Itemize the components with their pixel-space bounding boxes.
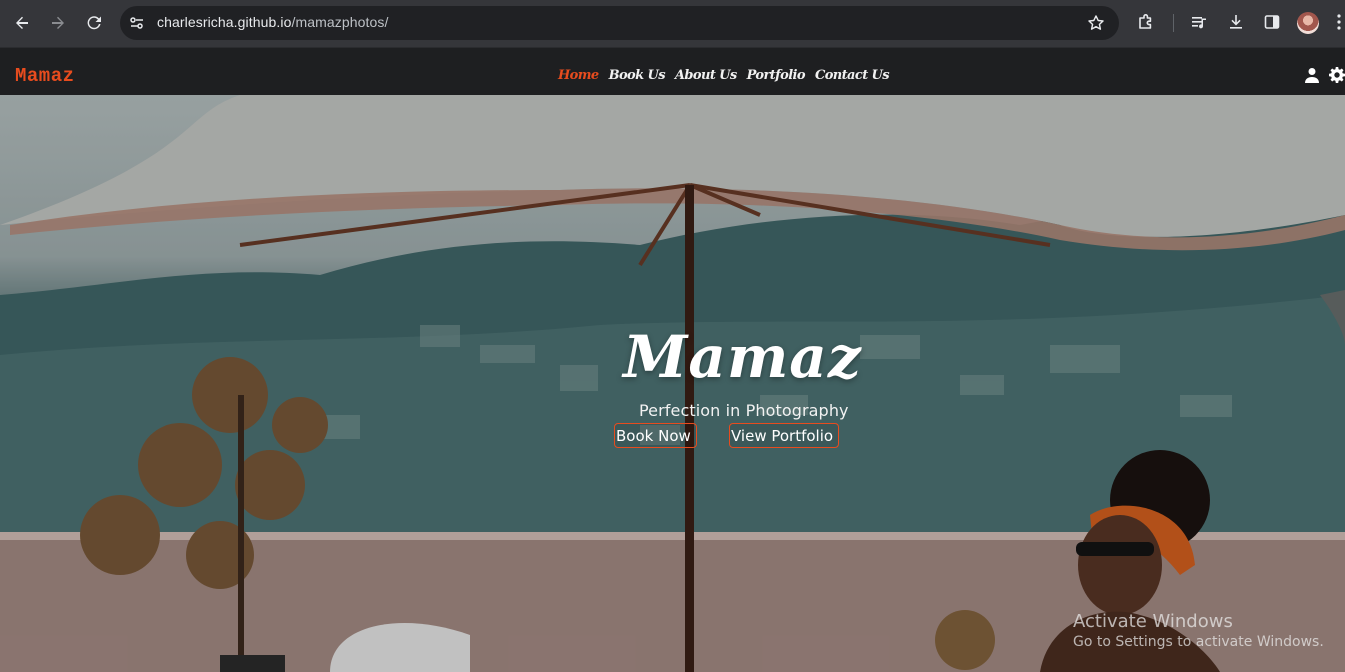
media-button[interactable] [1189,12,1209,32]
extensions-button[interactable] [1136,12,1156,32]
windows-activation-watermark: Activate Windows Go to Settings to activ… [1073,611,1324,650]
nav-link-about-us[interactable]: About Us [675,68,737,83]
url-host: charlesricha.github.io [157,14,292,30]
nav-link-portfolio[interactable]: Portfolio [747,68,806,83]
gear-icon[interactable] [1329,67,1345,83]
side-panel-icon [1264,15,1280,29]
address-bar[interactable]: charlesricha.github.io/mamazphotos/ [120,6,1119,40]
user-icon[interactable] [1304,67,1320,83]
toolbar-separator [1173,14,1174,32]
brand-logo[interactable]: Mamaz [15,65,75,87]
reload-button[interactable] [81,10,107,36]
browser-toolbar: charlesricha.github.io/mamazphotos/ [0,0,1345,47]
back-button[interactable] [9,10,35,36]
hero-section: Mamaz Perfection in Photography Book Now… [0,95,1345,672]
downloads-button[interactable] [1226,12,1246,32]
nav-link-book-us[interactable]: Book Us [609,68,666,83]
nav-link-contact-us[interactable]: Contact Us [815,68,890,83]
kebab-icon [1337,14,1341,30]
star-icon[interactable] [1087,14,1105,32]
url-text: charlesricha.github.io/mamazphotos/ [157,14,389,30]
tune-icon[interactable] [129,15,145,31]
watermark-title: Activate Windows [1073,611,1233,632]
browser-menu-button[interactable] [1333,12,1345,32]
hero-title: Mamaz [623,323,862,391]
reload-icon [87,16,101,30]
main-menu: Home Book Us About Us Portfolio Contact … [558,68,899,83]
download-icon [1230,15,1242,29]
media-queue-icon [1192,17,1206,29]
view-portfolio-button[interactable]: View Portfolio [729,423,839,448]
hero-tagline: Perfection in Photography [639,401,849,420]
url-path: /mamazphotos/ [291,14,389,30]
book-now-button[interactable]: Book Now [614,423,697,448]
arrow-left-icon [16,16,28,29]
site-navbar: Mamaz Home Book Us About Us Portfolio Co… [0,47,1345,95]
profile-avatar[interactable] [1297,12,1319,34]
nav-link-home[interactable]: Home [558,68,599,83]
watermark-subtitle: Go to Settings to activate Windows. [1073,634,1324,650]
puzzle-icon [1139,14,1152,29]
forward-button[interactable] [45,10,71,36]
side-panel-button[interactable] [1262,12,1282,32]
arrow-right-icon [52,16,64,29]
